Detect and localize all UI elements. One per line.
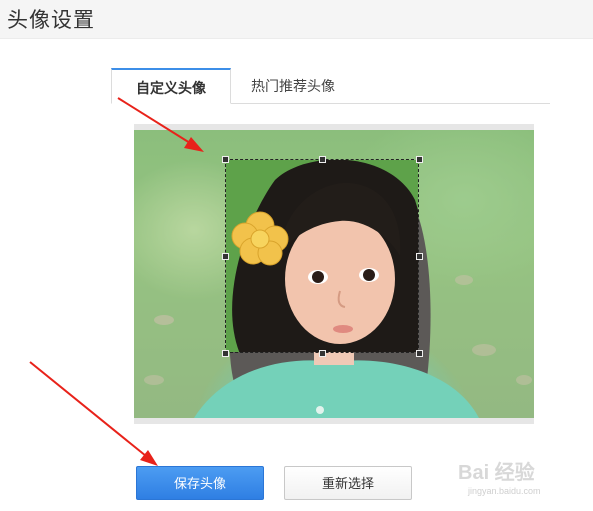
watermark-brand: Bai 经验 (458, 462, 535, 484)
baidu-jingyan-watermark: Bai 经验 jingyan.baidu.com (458, 448, 588, 508)
annotation-arrow-save (29, 361, 158, 466)
annotation-arrows (29, 97, 204, 466)
reselect-button[interactable]: 重新选择 (284, 466, 412, 500)
save-avatar-button[interactable]: 保存头像 (136, 466, 264, 500)
watermark-url: jingyan.baidu.com (468, 486, 541, 496)
annotation-arrow-crop (117, 97, 204, 152)
